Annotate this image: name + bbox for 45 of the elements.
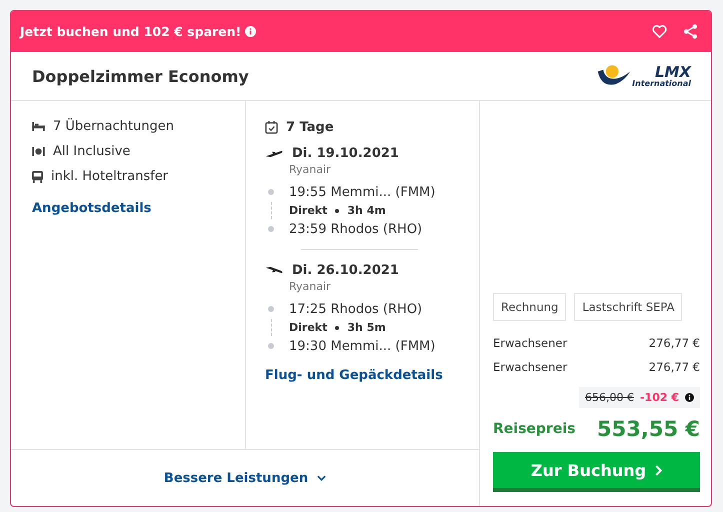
airline-name: Ryanair bbox=[289, 280, 332, 293]
flight-duration: 3h 4m bbox=[347, 204, 386, 217]
flight-details-link[interactable]: Flug- und Gepäckdetails bbox=[265, 368, 479, 383]
traveller-label: Erwachsener bbox=[493, 360, 568, 374]
chevron-right-icon bbox=[655, 464, 662, 476]
info-icon bbox=[245, 26, 256, 37]
heart-icon[interactable] bbox=[651, 23, 668, 40]
chevron-down-icon bbox=[317, 475, 326, 481]
arrival-time: 23:59 Rhodos (RHO) bbox=[289, 222, 422, 236]
departure-time: 19:55 Memmi... (FMM) bbox=[289, 184, 436, 200]
discount-amount: -102 € bbox=[640, 391, 679, 404]
operator-logo: LMX International bbox=[596, 62, 691, 90]
total-label: Reisepreis bbox=[493, 421, 576, 437]
separator-dot bbox=[335, 208, 340, 212]
promo-text: Jetzt buchen und 102 € sparen! bbox=[20, 24, 242, 39]
flight-type: Direkt bbox=[289, 321, 328, 334]
info-icon bbox=[685, 393, 694, 402]
landing-plane-icon bbox=[265, 264, 283, 276]
flight-duration: 3h 5m bbox=[347, 321, 386, 334]
payment-tag: Rechnung bbox=[493, 293, 566, 321]
calendar-icon bbox=[265, 120, 278, 134]
flight-type: Direkt bbox=[289, 204, 328, 217]
old-price: 656,00 € bbox=[585, 391, 634, 404]
feature-label: inkl. Hoteltransfer bbox=[51, 169, 168, 184]
flight-date: Di. 19.10.2021 bbox=[292, 146, 399, 160]
flight-date: Di. 26.10.2021 bbox=[292, 262, 399, 278]
traveller-price: 276,77 € bbox=[648, 336, 700, 350]
duration-label: 7 Tage bbox=[286, 120, 334, 134]
payment-tag: Lastschrift SEPA bbox=[574, 293, 682, 321]
feature-label: 7 Übernachtungen bbox=[53, 119, 174, 134]
offer-details-link[interactable]: Angebotsdetails bbox=[32, 201, 245, 216]
total-price: 553,55 € bbox=[597, 417, 700, 441]
feature-label: All Inclusive bbox=[53, 144, 130, 159]
better-services-button[interactable]: Bessere Leistungen bbox=[164, 468, 326, 488]
cutlery-icon bbox=[32, 147, 45, 156]
departure-time: 17:25 Rhodos (RHO) bbox=[289, 302, 422, 316]
arrival-time: 19:30 Memmi... (FMM) bbox=[289, 338, 436, 354]
room-title: Doppelzimmer Economy bbox=[32, 66, 249, 86]
bus-icon bbox=[32, 170, 43, 182]
traveller-label: Erwachsener bbox=[493, 336, 568, 350]
bed-icon bbox=[32, 122, 45, 131]
separator-dot bbox=[335, 326, 340, 330]
share-icon[interactable] bbox=[682, 23, 699, 40]
airline-name: Ryanair bbox=[289, 163, 332, 176]
traveller-price: 276,77 € bbox=[648, 360, 700, 374]
